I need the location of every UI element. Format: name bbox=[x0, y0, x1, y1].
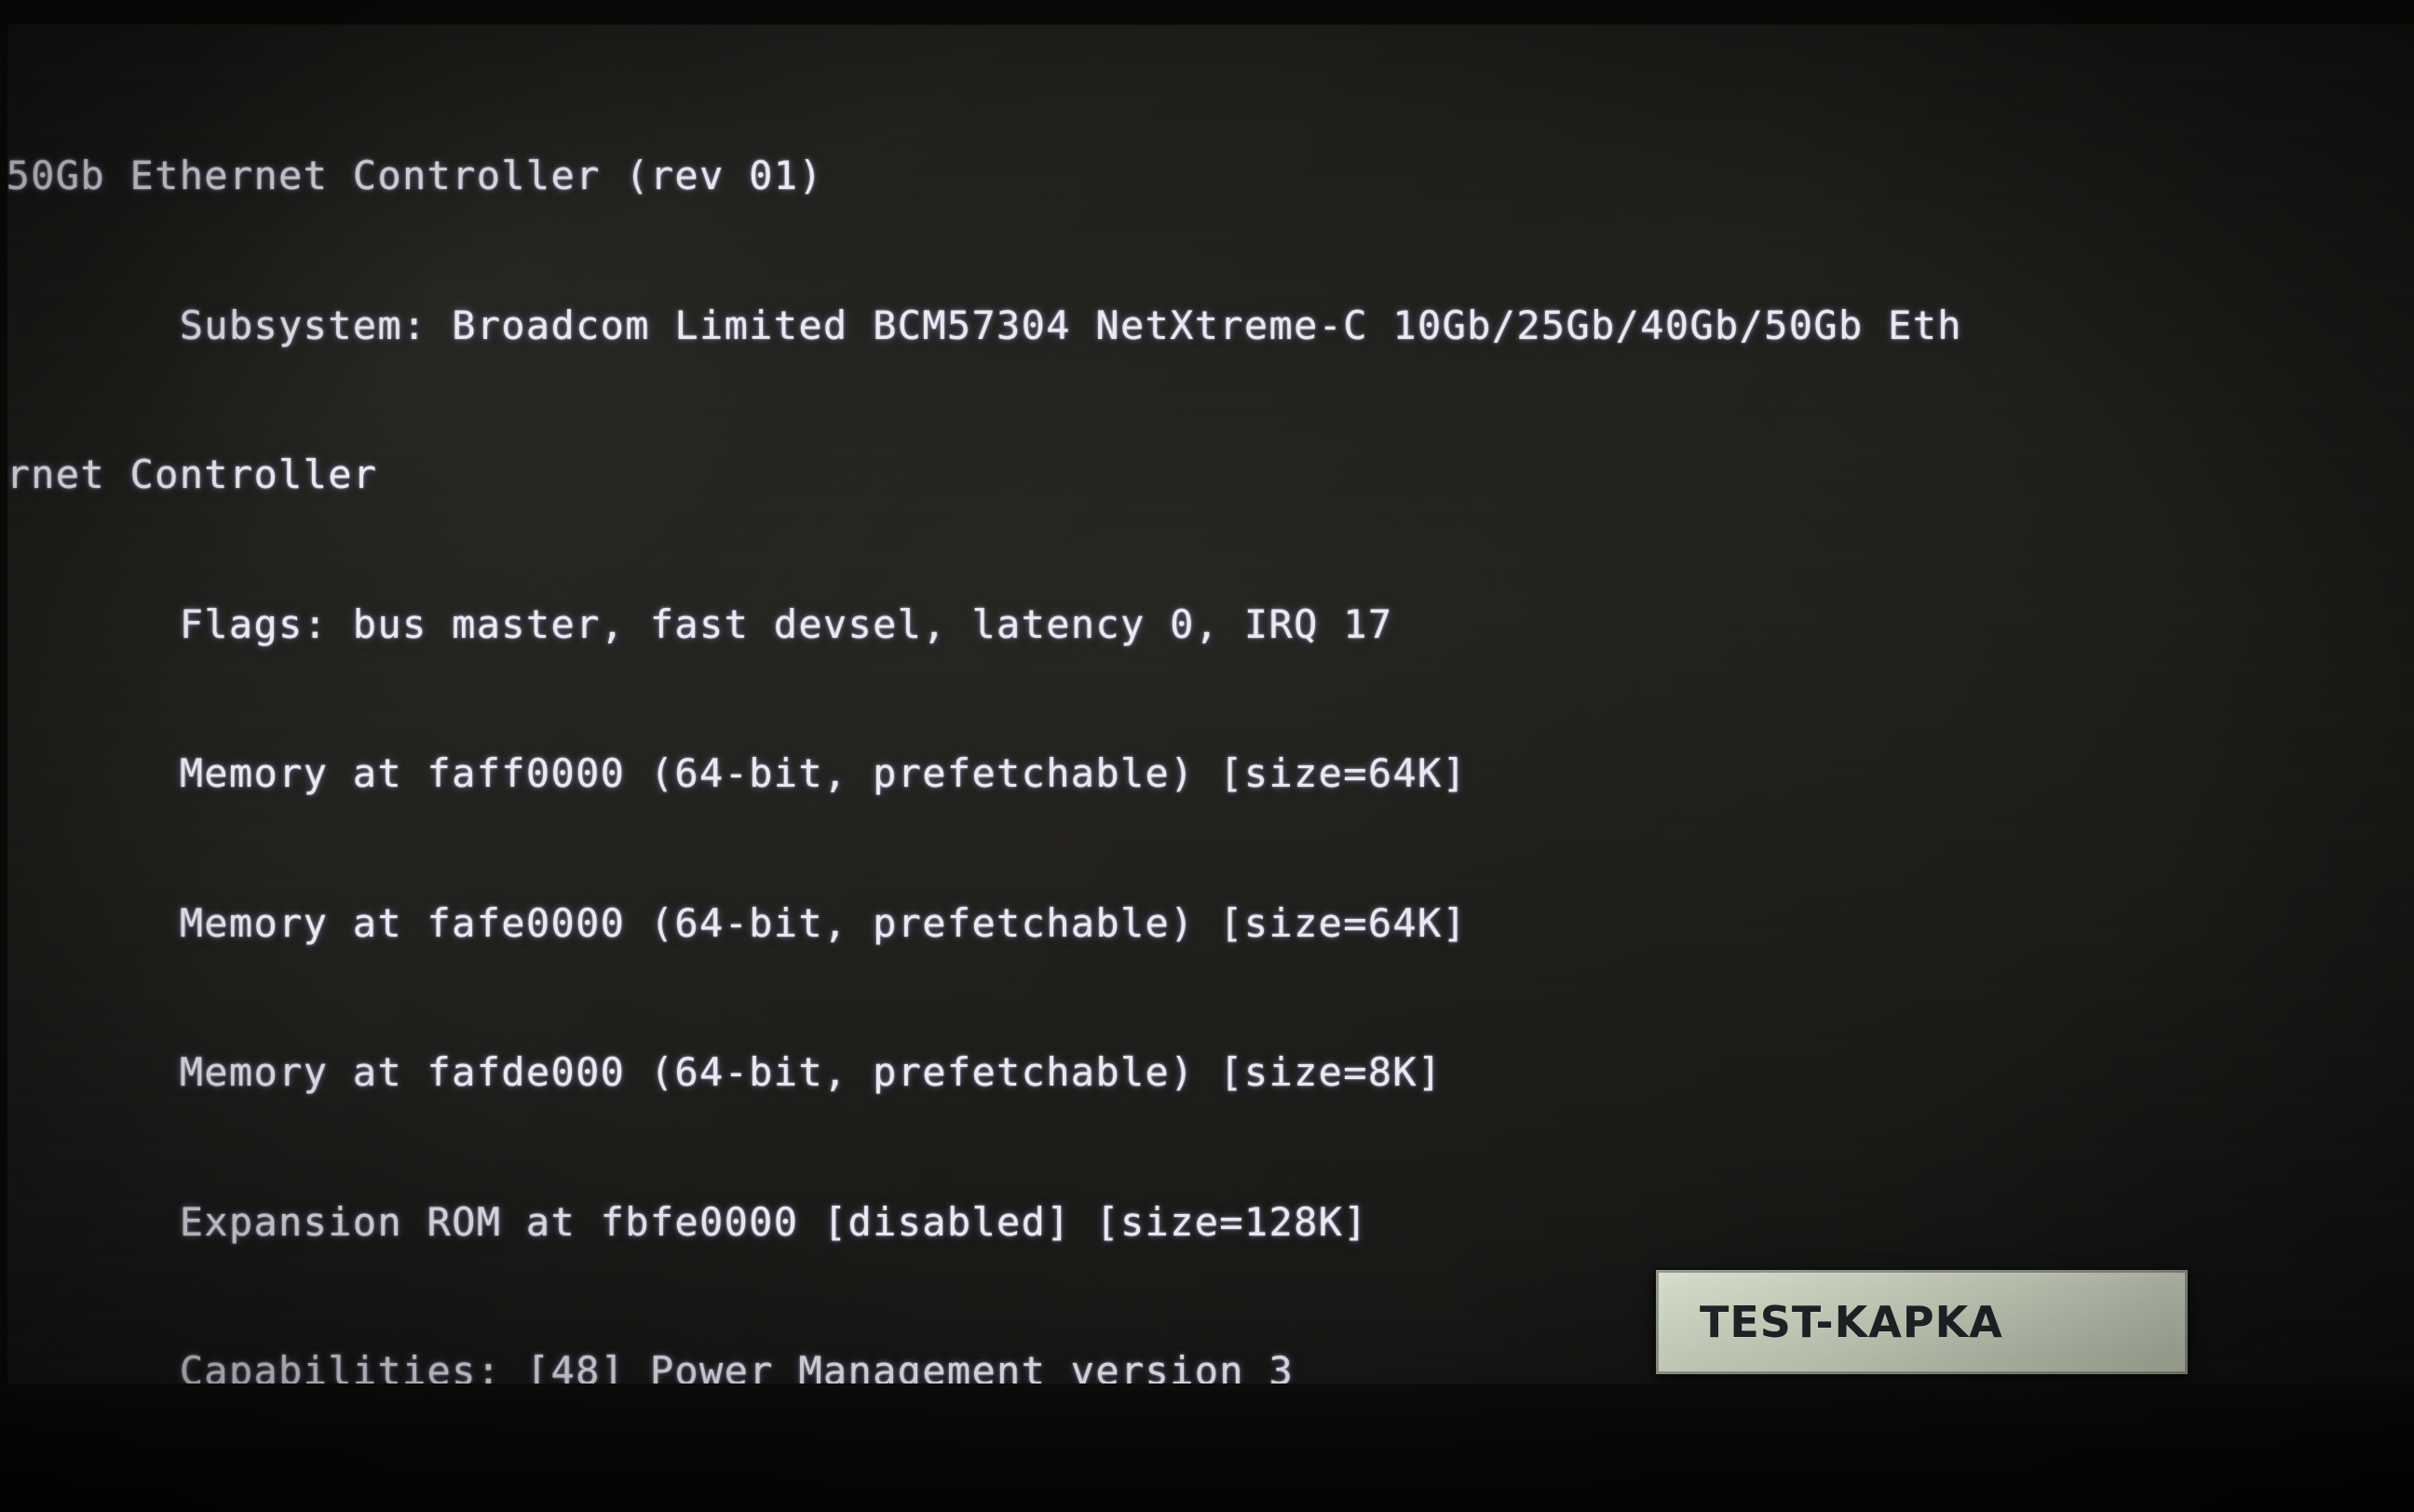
terminal-line: Subsystem: Broadcom Limited BCM57304 Net… bbox=[7, 302, 1962, 348]
terminal-line: Memory at faff0000 (64-bit, prefetchable… bbox=[7, 750, 1468, 796]
monitor-bezel-top bbox=[0, 0, 2414, 25]
terminal-line: ernet Controller bbox=[7, 452, 378, 497]
terminal-line: Flags: bus master, fast devsel, latency … bbox=[7, 601, 1393, 647]
sticker-label-text: TEST-KAPKA bbox=[1700, 1297, 2003, 1347]
monitor-screen: /50Gb Ethernet Controller (rev 01) Subsy… bbox=[7, 25, 2414, 1384]
monitor-bezel-left bbox=[0, 24, 7, 1384]
monitor-photo: /50Gb Ethernet Controller (rev 01) Subsy… bbox=[0, 0, 2414, 1512]
terminal-line: /50Gb Ethernet Controller (rev 01) bbox=[7, 153, 823, 198]
test-kapka-sticker: TEST-KAPKA bbox=[1656, 1270, 2188, 1374]
terminal-output[interactable]: /50Gb Ethernet Controller (rev 01) Subsy… bbox=[7, 51, 2414, 1384]
terminal-line: Memory at fafde000 (64-bit, prefetchable… bbox=[7, 1049, 1443, 1095]
monitor-bezel-bottom: lenovo bbox=[0, 1384, 2414, 1512]
terminal-line: Memory at fafe0000 (64-bit, prefetchable… bbox=[7, 899, 1468, 946]
terminal-line: Expansion ROM at fbfe0000 [disabled] [si… bbox=[7, 1198, 1368, 1245]
